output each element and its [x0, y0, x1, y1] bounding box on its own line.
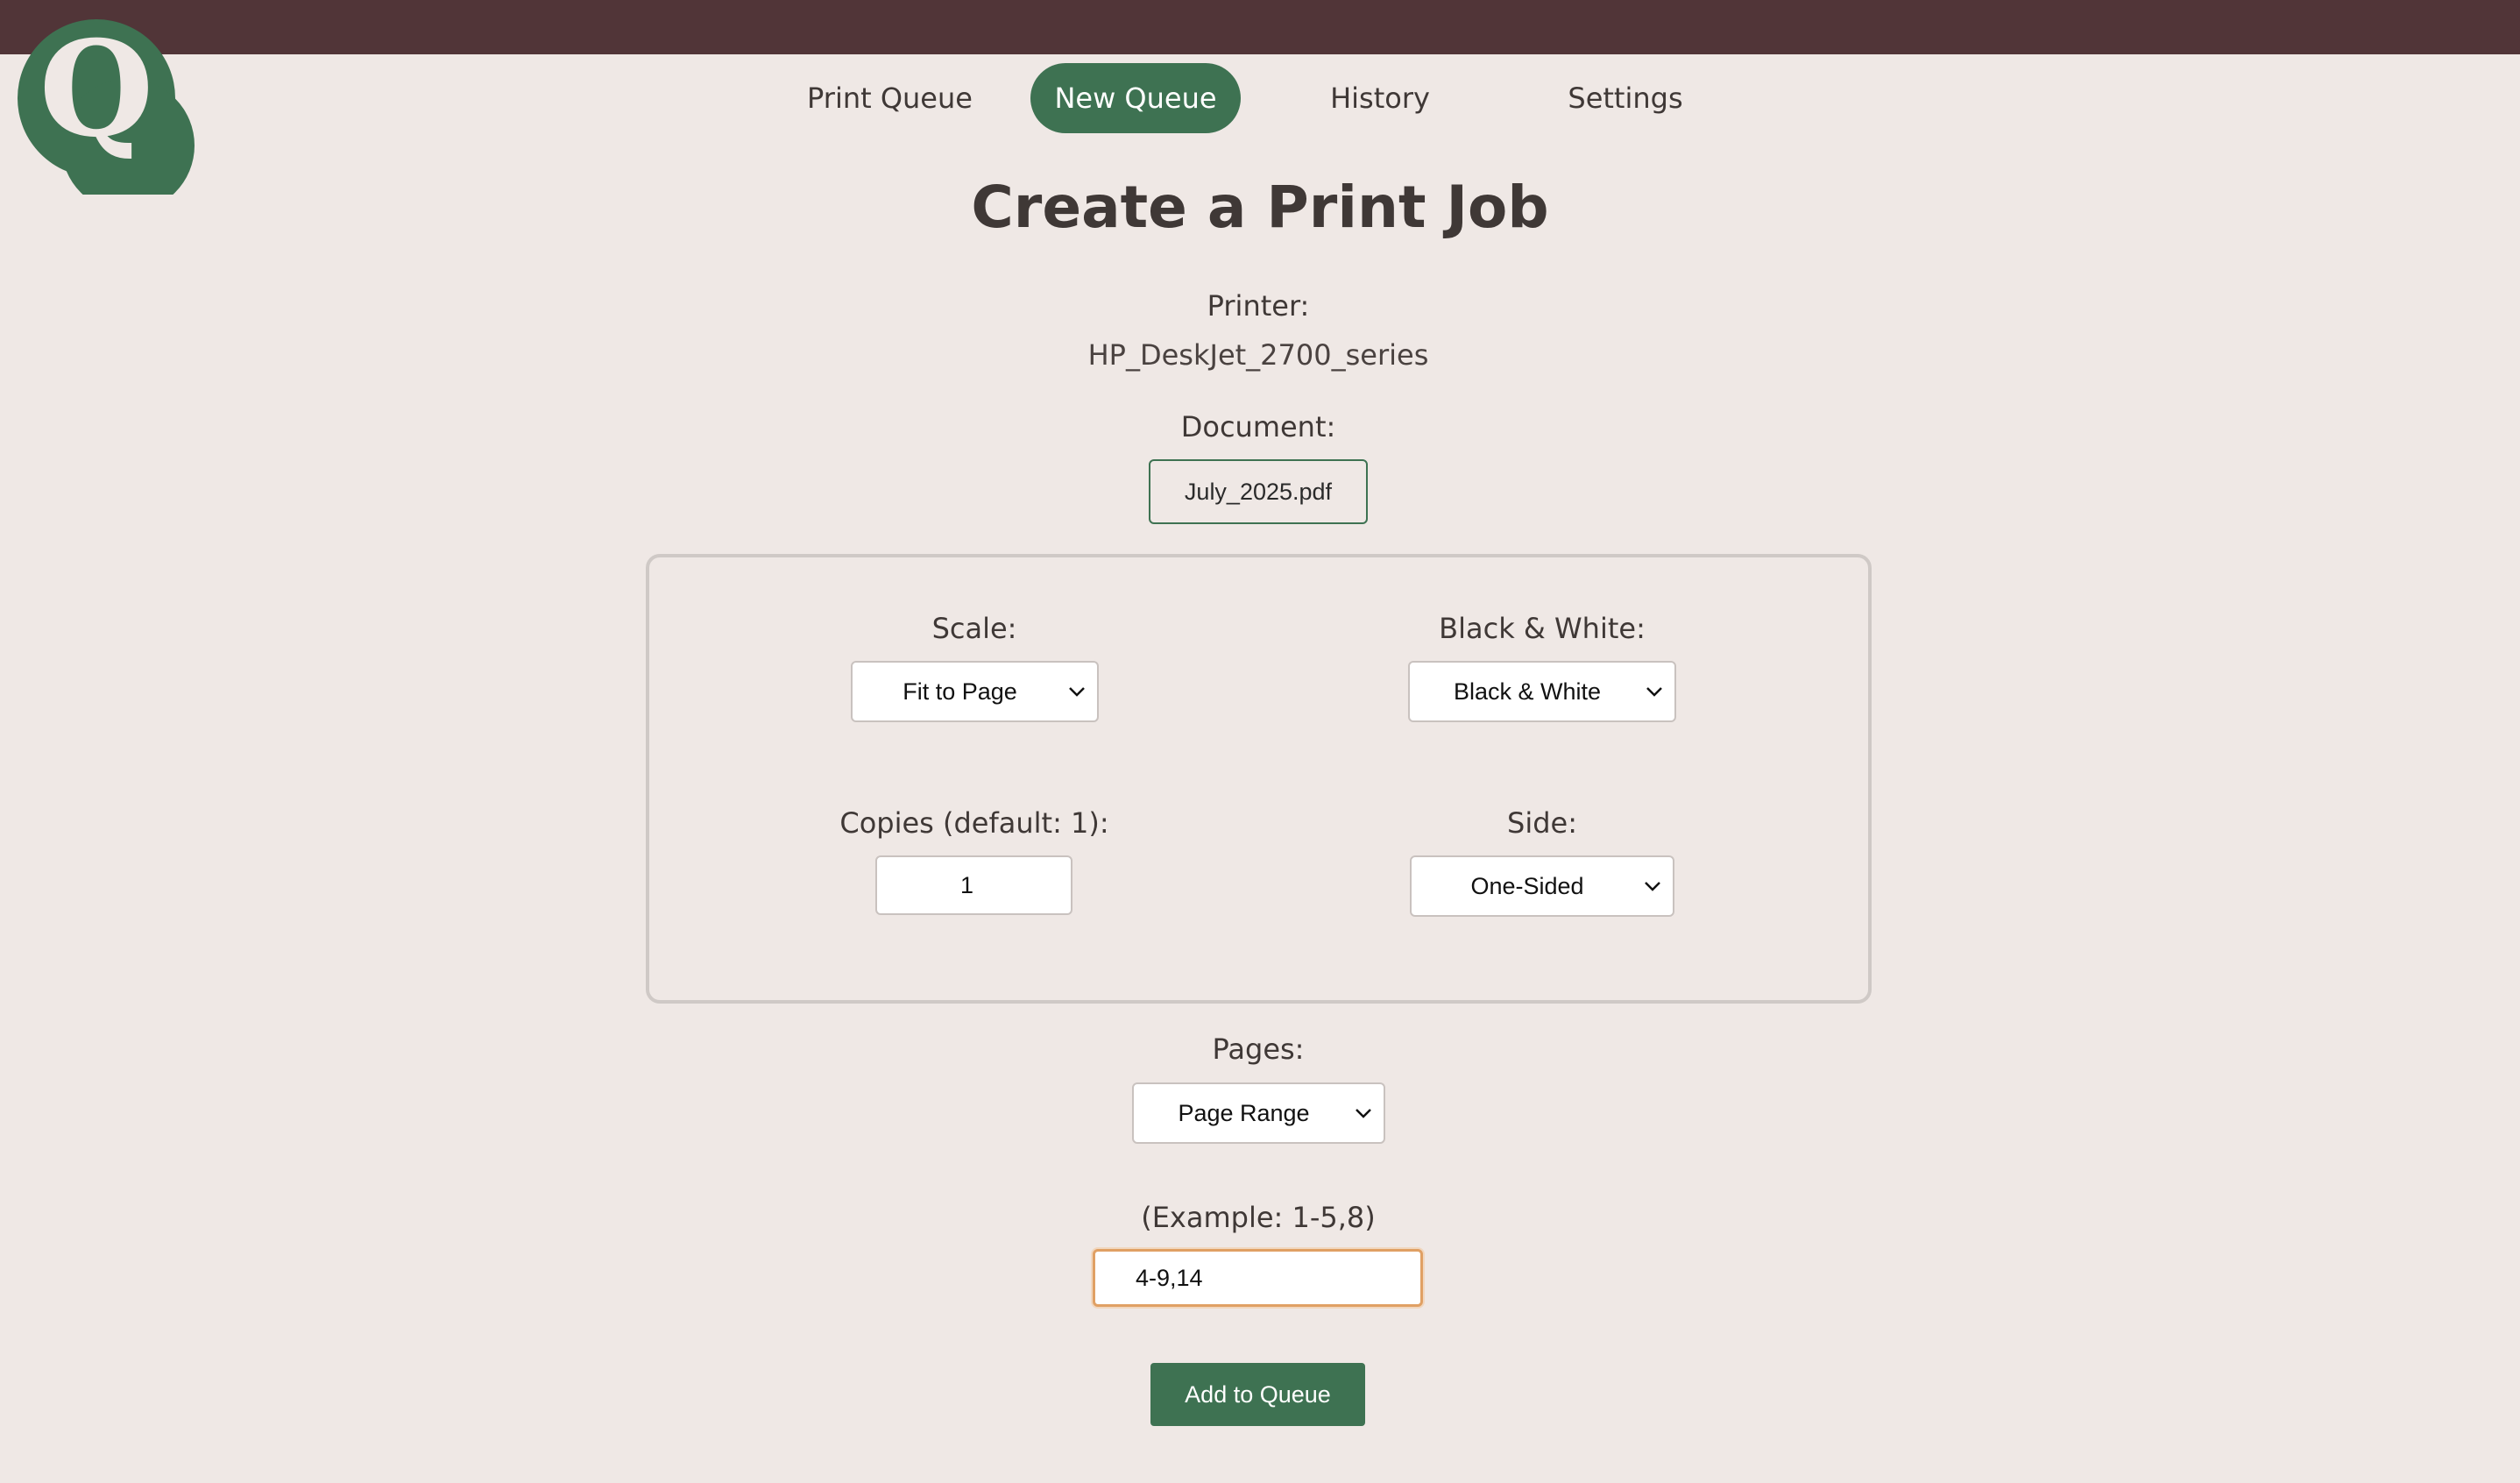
copies-label: Copies (default: 1):	[839, 806, 1109, 840]
top-bar	[0, 0, 2520, 54]
color-select[interactable]: Black & White	[1408, 661, 1676, 722]
printer-name: HP_DeskJet_2700_series	[1087, 338, 1429, 372]
chevron-down-icon	[1356, 1109, 1371, 1118]
side-select[interactable]: One-Sided	[1410, 855, 1674, 917]
chevron-down-icon	[1069, 687, 1085, 697]
pages-label: Pages:	[1212, 1032, 1305, 1066]
color-label: Black & White:	[1439, 612, 1646, 645]
copies-input[interactable]: 1	[875, 855, 1072, 915]
nav-print-queue[interactable]: Print Queue	[791, 63, 988, 133]
pages-selected-value: Page Range	[1178, 1099, 1310, 1126]
chevron-down-icon	[1646, 687, 1662, 697]
nav-settings[interactable]: Settings	[1529, 63, 1722, 133]
page-title: Create a Print Job	[971, 174, 1549, 241]
nav-history[interactable]: History	[1284, 63, 1476, 133]
color-selected-value: Black & White	[1453, 678, 1602, 705]
document-label: Document:	[1180, 410, 1336, 443]
side-selected-value: One-Sided	[1470, 872, 1584, 899]
nav-new-queue[interactable]: New Queue	[1030, 63, 1241, 133]
page-range-hint: (Example: 1-5,8)	[1141, 1201, 1376, 1234]
side-label: Side:	[1507, 806, 1577, 840]
scale-label: Scale:	[931, 612, 1017, 645]
pages-select[interactable]: Page Range	[1132, 1082, 1385, 1144]
main-nav: Print Queue New Queue History Settings	[0, 63, 2520, 133]
page-range-input[interactable]: 4-9,14	[1093, 1249, 1423, 1307]
scale-select[interactable]: Fit to Page	[851, 661, 1099, 722]
scale-selected-value: Fit to Page	[903, 678, 1017, 705]
chevron-down-icon	[1645, 882, 1660, 891]
document-file-button[interactable]: July_2025.pdf	[1149, 459, 1368, 524]
printer-label: Printer:	[1207, 289, 1310, 323]
add-to-queue-button[interactable]: Add to Queue	[1150, 1363, 1365, 1426]
